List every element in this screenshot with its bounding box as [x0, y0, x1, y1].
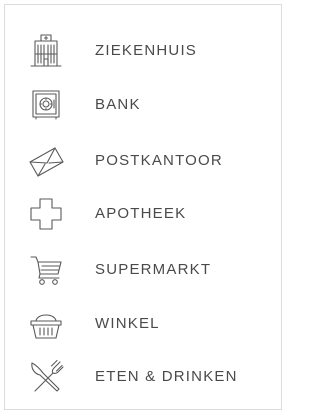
- category-label: POSTKANTOOR: [95, 152, 223, 169]
- category-label: SUPERMARKT: [95, 261, 212, 278]
- category-label: ZIEKENHUIS: [95, 42, 198, 59]
- category-item-ziekenhuis[interactable]: ZIEKENHUIS: [5, 25, 281, 77]
- shopping-basket-icon: [27, 305, 65, 343]
- envelope-icon: [27, 142, 65, 180]
- shopping-cart-icon: [27, 251, 65, 289]
- fork-knife-icon: [27, 358, 65, 396]
- category-item-postkantoor[interactable]: POSTKANTOOR: [5, 135, 281, 187]
- hospital-icon: [27, 32, 65, 70]
- category-label: APOTHEEK: [95, 205, 187, 222]
- category-label: BANK: [95, 96, 141, 113]
- category-item-apotheek[interactable]: APOTHEEK: [5, 188, 281, 240]
- category-item-eten-drinken[interactable]: ETEN & DRINKEN: [5, 351, 281, 403]
- category-list: ZIEKENHUIS BANK POSTKANTOOR APOTHEEK SUP…: [4, 4, 282, 410]
- pharmacy-cross-icon: [27, 195, 65, 233]
- safe-icon: [27, 86, 65, 124]
- category-label: WINKEL: [95, 315, 160, 332]
- category-label: ETEN & DRINKEN: [95, 368, 238, 385]
- category-item-bank[interactable]: BANK: [5, 79, 281, 131]
- category-item-supermarkt[interactable]: SUPERMARKT: [5, 244, 281, 296]
- category-item-winkel[interactable]: WINKEL: [5, 298, 281, 350]
